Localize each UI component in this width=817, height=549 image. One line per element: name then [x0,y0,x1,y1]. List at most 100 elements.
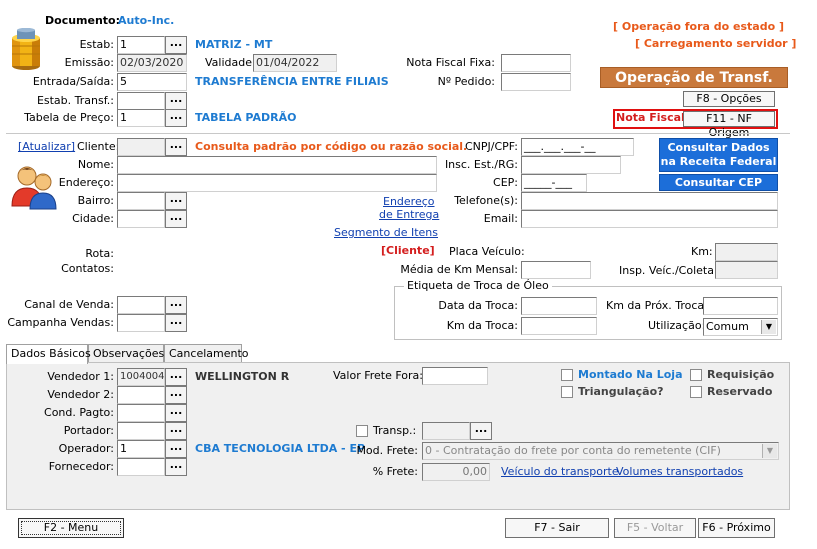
triangulacao-label: Triangulação? [578,385,664,398]
vendedor1-name: WELLINGTON R [195,370,290,383]
cliente-input[interactable] [117,138,165,156]
fornecedor-label: Fornecedor: [48,460,114,473]
cidade-label: Cidade: [72,212,114,225]
portador-lookup-button[interactable]: ... [165,422,187,440]
divider [6,133,790,134]
segmento-itens-link[interactable]: Segmento de Itens [334,226,438,240]
f11-nf-origem-button[interactable]: F11 - NF Origem [683,111,775,139]
cep-input[interactable]: _____-___ [521,174,587,192]
montado-loja-checkbox[interactable] [561,369,573,381]
km-troca-label: Km da Troca: [446,319,518,332]
estab-lookup-button[interactable]: ... [165,36,187,54]
telefone-label: Telefone(s): [454,194,518,207]
valor-frete-input[interactable] [422,367,488,385]
reservado-checkbox[interactable] [690,386,702,398]
cliente-lookup-button[interactable]: ... [165,138,187,156]
carregamento-status: [ Carregamento servidor ] [635,37,797,50]
vendedor2-input[interactable] [117,386,165,404]
email-label: Email: [483,212,518,225]
vendedor1-lookup-button[interactable]: ... [165,368,187,386]
campanha-vendas-lookup-button[interactable]: ... [165,314,187,332]
endereco-entrega-link-line1[interactable]: Endereço [383,195,435,209]
transp-checkbox[interactable] [356,425,368,437]
vendedor2-label: Vendedor 2: [47,388,114,401]
requisicao-checkbox[interactable] [690,369,702,381]
insp-veic-input[interactable] [715,261,778,279]
nota-fiscal-label: Nota Fiscal [616,111,685,124]
transp-lookup-button[interactable]: ... [470,422,492,440]
bairro-input[interactable] [117,192,165,210]
telefone-input[interactable] [521,192,778,210]
nome-input[interactable] [117,156,437,174]
tab-dados-basicos[interactable]: Dados Básicos [6,344,91,364]
fornecedor-input[interactable] [117,458,165,476]
mod-frete-label: Mod. Frete: [356,444,418,457]
campanha-vendas-input[interactable] [117,314,165,332]
data-troca-input[interactable] [521,297,597,315]
email-input[interactable] [521,210,778,228]
km-prox-troca-input[interactable] [703,297,778,315]
chevron-down-icon[interactable]: ▼ [762,444,777,458]
mod-frete-select[interactable]: 0 - Contratação do frete por conta do re… [422,442,779,460]
pedido-input[interactable] [501,73,571,91]
entrada-saida-input[interactable]: 5 [117,73,187,91]
utilizacao-value: Comum [706,320,749,333]
portador-input[interactable] [117,422,165,440]
estab-input[interactable]: 1 [117,36,165,54]
atualizar-link[interactable]: [Atualizar] [18,140,75,154]
cidade-input[interactable] [117,210,165,228]
f8-opcoes-button[interactable]: F8 - Opções [683,91,775,107]
cond-pagto-lookup-button[interactable]: ... [165,404,187,422]
f7-sair-button[interactable]: F7 - Sair [505,518,609,538]
insp-veic-label: Insp. Veíc./Coleta: [619,264,718,277]
tabela-preco-lookup-button[interactable]: ... [165,109,187,127]
estab-name: MATRIZ - MT [195,38,273,51]
endereco-input[interactable] [117,174,437,192]
nf-fixa-input[interactable] [501,54,571,72]
transp-input[interactable] [422,422,470,440]
veiculo-transporte-link[interactable]: Veículo do transporte [501,465,619,479]
insc-input[interactable] [521,156,621,174]
emissao-field[interactable]: 02/03/2020 [117,54,187,72]
tab-observacoes[interactable]: Observações [88,344,164,363]
volumes-transportados-link[interactable]: Volumes transportados [616,465,743,479]
consultar-cep-button[interactable]: Consultar CEP [659,174,778,191]
utilizacao-select[interactable]: Comum ▼ [703,318,778,336]
endereco-label: Endereço: [58,176,114,189]
estab-transf-input[interactable] [117,92,165,110]
chevron-down-icon[interactable]: ▼ [761,320,776,334]
f2-menu-button[interactable]: F2 - Menu [18,518,124,538]
cond-pagto-input[interactable] [117,404,165,422]
vendedor1-input[interactable]: 10040048 [117,368,165,386]
entrada-saida-label: Entrada/Saída: [32,75,114,88]
operador-label: Operador: [58,442,114,455]
media-km-input[interactable] [521,261,591,279]
tabela-preco-input[interactable]: 1 [117,109,165,127]
operador-lookup-button[interactable]: ... [165,440,187,458]
bairro-lookup-button[interactable]: ... [165,192,187,210]
f5-voltar-button[interactable]: F5 - Voltar [614,518,696,538]
canal-venda-lookup-button[interactable]: ... [165,296,187,314]
cnpj-input[interactable]: ___.___.___-__ [521,138,634,156]
consultar-receita-button[interactable]: Consultar Dados na Receita Federal [659,138,778,172]
vendedor2-lookup-button[interactable]: ... [165,386,187,404]
estab-label: Estab: [79,38,114,51]
canal-venda-input[interactable] [117,296,165,314]
cliente-label: Cliente: [77,140,120,153]
f6-proximo-button[interactable]: F6 - Próximo [698,518,775,538]
campanha-vendas-label: Campanha Vendas: [7,316,114,329]
transp-label: Transp.: [373,424,417,437]
bairro-label: Bairro: [77,194,114,207]
operador-input[interactable]: 1 [117,440,165,458]
km-input[interactable] [715,243,778,261]
triangulacao-checkbox[interactable] [561,386,573,398]
km-troca-input[interactable] [521,317,597,335]
cidade-lookup-button[interactable]: ... [165,210,187,228]
insc-label: Insc. Est./RG: [444,158,518,171]
tab-cancelamento[interactable]: Cancelamento [164,344,249,363]
estab-transf-lookup-button[interactable]: ... [165,92,187,110]
placa-veiculo-label: Placa Veículo: [449,245,525,258]
validade-field[interactable]: 01/04/2022 [253,54,337,72]
fornecedor-lookup-button[interactable]: ... [165,458,187,476]
pct-frete-input[interactable]: 0,00 [422,463,490,481]
